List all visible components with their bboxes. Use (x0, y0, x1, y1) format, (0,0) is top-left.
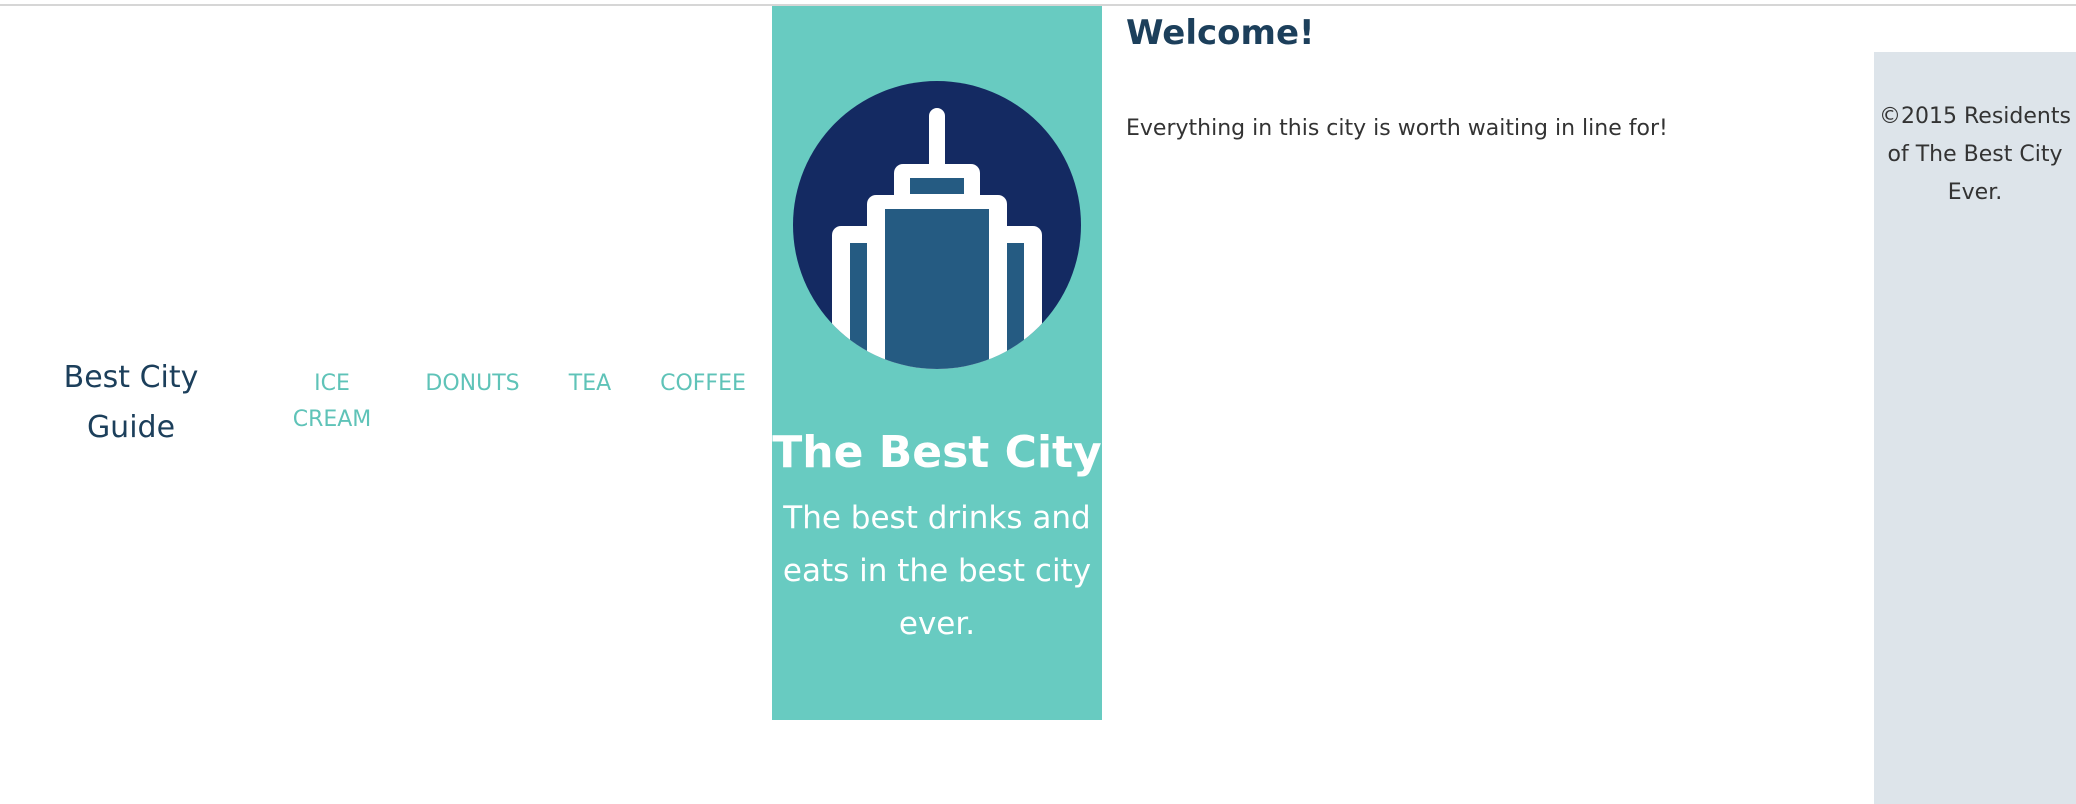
copyright-text: ©2015 Residents of The Best City Ever. (1879, 104, 2071, 205)
nav-link-donuts[interactable]: DONUTS (410, 366, 535, 402)
footer-panel: ©2015 Residents of The Best City Ever. (1874, 52, 2076, 804)
welcome-text: Everything in this city is worth waiting… (1126, 116, 1668, 141)
nav-link-tea[interactable]: TEA (555, 366, 625, 402)
site-brand[interactable]: Best City Guide (40, 353, 222, 453)
welcome-heading: Welcome! (1126, 13, 1315, 53)
nav-link-ice-cream[interactable]: ICE CREAM (272, 366, 392, 438)
page: Best City Guide ICE CREAM DONUTS TEA COF… (0, 0, 2076, 804)
nav-link-coffee[interactable]: COFFEE (648, 366, 758, 402)
hero-subtitle: The best drinks and eats in the best cit… (782, 500, 1092, 642)
hero-title: The Best City (772, 427, 1102, 478)
hero-panel: The Best City The best drinks and eats i… (772, 6, 1102, 720)
skyscraper-icon (793, 81, 1081, 369)
